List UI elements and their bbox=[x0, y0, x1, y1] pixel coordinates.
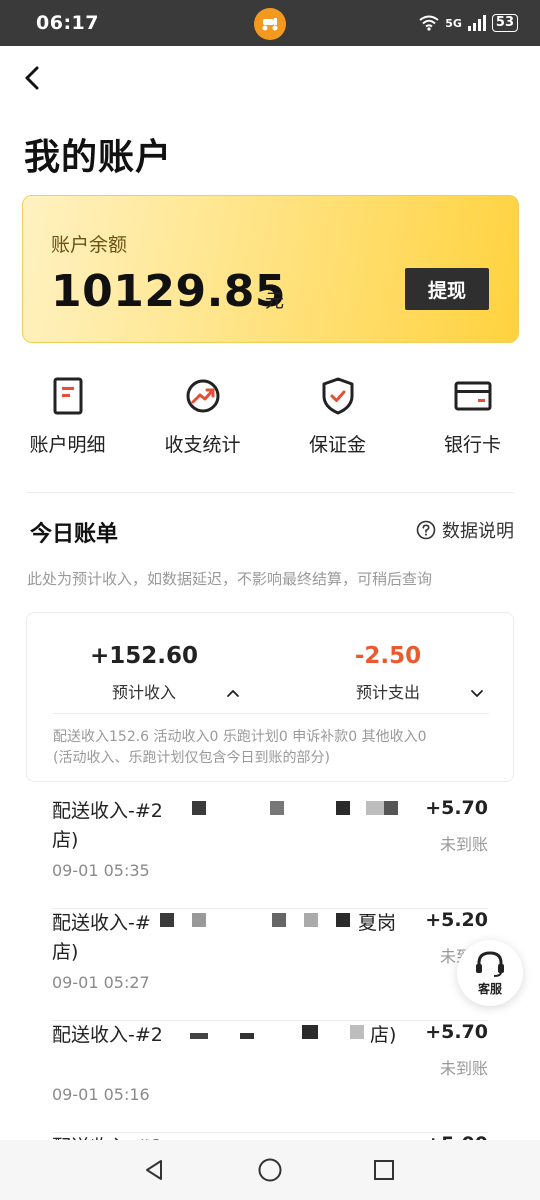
expense-value: -2.50 bbox=[354, 643, 422, 669]
data-explain-link[interactable]: 数据说明 bbox=[416, 517, 514, 543]
transaction-time: 09-01 05:27 bbox=[52, 973, 150, 992]
quick-action-deposit[interactable]: 保证金 bbox=[270, 376, 405, 457]
quick-action-label: 银行卡 bbox=[443, 434, 501, 456]
chevron-down-icon[interactable] bbox=[469, 685, 485, 701]
summary-detail: 配送收入152.6 活动收入0 乐跑计划0 申诉补款0 其他收入0 (活动收入、… bbox=[53, 727, 493, 769]
section-divider bbox=[26, 492, 514, 493]
back-button[interactable] bbox=[14, 60, 50, 96]
redaction-mask bbox=[170, 1023, 370, 1049]
quick-actions: 账户明细 收支统计 保证金 银行卡 bbox=[0, 376, 540, 472]
transaction-amount: +5.70 bbox=[425, 1021, 488, 1043]
transaction-time: 09-01 05:35 bbox=[52, 861, 150, 880]
bank-card-icon bbox=[453, 376, 493, 416]
redaction-mask bbox=[170, 799, 398, 825]
shield-check-icon bbox=[318, 376, 358, 416]
help-circle-icon bbox=[416, 520, 436, 540]
document-icon bbox=[48, 376, 88, 416]
summary-detail-line: (活动收入、乐跑计划仅包含今日到账的部分) bbox=[53, 750, 330, 766]
bill-note: 此处为预计收入，如数据延迟，不影响最终结算，可稍后查询 bbox=[27, 570, 433, 588]
wifi-icon bbox=[419, 15, 439, 31]
income-value: +152.60 bbox=[89, 643, 199, 669]
circle-home-icon bbox=[258, 1158, 282, 1182]
signal-icon bbox=[467, 15, 486, 31]
square-recents-icon bbox=[374, 1160, 394, 1180]
quick-action-statistics[interactable]: 收支统计 bbox=[135, 376, 270, 457]
transaction-status: 未到账 bbox=[439, 1059, 488, 1078]
bill-title: 今日账单 bbox=[30, 522, 119, 547]
data-explain-label: 数据说明 bbox=[442, 521, 514, 542]
status-icons: 5G 53 bbox=[419, 14, 518, 32]
quick-action-bank-card[interactable]: 银行卡 bbox=[405, 376, 540, 457]
chevron-left-icon bbox=[25, 66, 39, 90]
transaction-row[interactable]: 配送收入-# 店) 夏岗 +5.20 未到账 09-01 05:27 bbox=[52, 909, 488, 1021]
quick-action-label: 保证金 bbox=[308, 434, 366, 456]
balance-amount: 10129.85 bbox=[51, 266, 287, 317]
balance-card: 账户余额 10129.85 元 提现 bbox=[22, 195, 519, 343]
transaction-amount: +5.20 bbox=[425, 909, 488, 931]
nav-home-button[interactable] bbox=[254, 1154, 286, 1186]
summary-card: +152.60 预计收入 -2.50 预计支出 配送收入152.6 活动收入0 … bbox=[26, 612, 514, 782]
status-bar: 06:17 5G 53 bbox=[0, 0, 540, 46]
quick-action-label: 收支统计 bbox=[164, 434, 241, 456]
headset-icon bbox=[476, 950, 504, 977]
nav-recents-button[interactable] bbox=[368, 1154, 400, 1186]
transaction-title-line: 店) bbox=[52, 941, 79, 963]
quick-action-label: 账户明细 bbox=[29, 434, 106, 456]
transaction-amount: +5.70 bbox=[425, 797, 488, 819]
balance-label: 账户余额 bbox=[51, 234, 128, 256]
summary-detail-line: 配送收入152.6 活动收入0 乐跑计划0 申诉补款0 其他收入0 bbox=[53, 729, 427, 745]
redaction-mask bbox=[158, 911, 358, 937]
trend-chart-icon bbox=[183, 376, 223, 416]
transaction-status: 未到账 bbox=[439, 835, 488, 854]
transaction-title-line: 店) bbox=[52, 829, 79, 851]
customer-service-label: 客服 bbox=[477, 981, 502, 996]
transaction-title-tail: 夏岗 bbox=[358, 912, 397, 934]
withdraw-button[interactable]: 提现 bbox=[405, 268, 489, 310]
quick-action-account-details[interactable]: 账户明细 bbox=[0, 376, 135, 457]
transaction-row[interactable]: 配送收入-#2 店) +5.70 未到账 09-01 05:16 bbox=[52, 1021, 488, 1133]
scooter-app-icon bbox=[254, 8, 286, 40]
balance-unit: 元 bbox=[265, 290, 285, 312]
status-time: 06:17 bbox=[36, 12, 99, 34]
page-title: 我的账户 bbox=[24, 137, 173, 178]
system-nav-bar bbox=[0, 1140, 540, 1200]
chevron-up-icon[interactable] bbox=[225, 685, 241, 701]
network-type: 5G bbox=[445, 16, 462, 30]
battery-icon: 53 bbox=[491, 14, 518, 32]
transaction-title-tail: 店) bbox=[370, 1024, 397, 1046]
summary-divider bbox=[53, 713, 489, 714]
transaction-time: 09-01 05:16 bbox=[52, 1085, 150, 1104]
customer-service-button[interactable]: 客服 bbox=[457, 940, 523, 1006]
transaction-row[interactable]: 配送收入-#2 店) +5.70 未到账 09-01 05:35 bbox=[52, 797, 488, 909]
triangle-back-icon bbox=[146, 1160, 162, 1180]
nav-back-button[interactable] bbox=[138, 1154, 170, 1186]
